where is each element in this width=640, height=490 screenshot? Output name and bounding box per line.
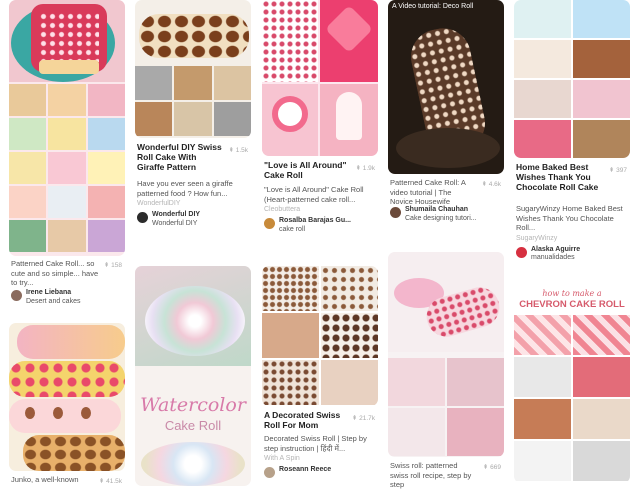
photo-steps <box>514 0 630 158</box>
pin-image[interactable]: A Video tutorial: Deco Roll <box>388 0 504 174</box>
pin-title[interactable]: "Love is All Around" Cake Roll <box>262 160 352 180</box>
pin-source[interactable]: SugaryWinzy <box>514 235 630 242</box>
pin-source[interactable]: With A Spin <box>262 455 378 462</box>
photo-teal-plate <box>9 0 125 82</box>
avatar[interactable] <box>264 218 275 229</box>
repin-count[interactable]: ⇞ 41.5k <box>99 477 122 485</box>
pin-love-is-all-around[interactable]: "Love is All Around" Cake Roll ⇞ 1.9k "L… <box>262 0 378 234</box>
pin-source[interactable]: Cleobuttera <box>262 206 378 213</box>
pinner-name[interactable]: Irene Liebana <box>26 289 80 298</box>
pin-image[interactable] <box>514 0 630 158</box>
photo-steps <box>388 358 504 456</box>
column-2: Wonderful DIY Swiss Roll Cake With Giraf… <box>135 0 251 486</box>
pin-image[interactable] <box>388 252 504 457</box>
column-1: Patterned Cake Roll... so cute and so si… <box>9 0 125 485</box>
pin-description: Patterned Cake Roll... so cute and so si… <box>11 259 99 287</box>
pinner-name[interactable]: Rosalba Barajas Gu... <box>279 217 351 226</box>
pinner-name[interactable]: Wonderful DIY <box>152 211 200 220</box>
pinner[interactable]: Roseann Reece <box>262 466 378 478</box>
pin-decorated-swiss-roll[interactable]: A Decorated Swiss Roll For Mom ⇞ 21.7k D… <box>262 266 378 478</box>
pinner[interactable]: Rosalba Barajas Gu... cake roll <box>262 217 378 234</box>
avatar[interactable] <box>11 290 22 301</box>
pin-giraffe-swiss-roll[interactable]: Wonderful DIY Swiss Roll Cake With Giraf… <box>135 0 251 228</box>
repin-count[interactable]: ⇞ 1.9k <box>355 164 375 172</box>
pin-patterned-cake-roll[interactable]: Patterned Cake Roll... so cute and so si… <box>9 0 125 306</box>
board-name[interactable]: cake roll <box>279 226 351 235</box>
pin-patterned-swiss-roll[interactable]: Swiss roll: patterned swiss roll recipe,… <box>388 252 504 489</box>
pinner[interactable]: Irene Liebana Desert and cakes <box>9 289 125 306</box>
board-name[interactable]: Wonderful DIY <box>152 220 200 229</box>
overlay-title: how to make a <box>542 289 602 298</box>
repin-count[interactable]: ⇞ 669 <box>483 463 501 471</box>
repin-count[interactable]: ⇞ 1.5k <box>228 146 248 154</box>
photo-steps <box>514 315 630 481</box>
pin-image[interactable] <box>135 0 251 138</box>
overlay-title: Watercolor <box>140 394 246 416</box>
pin-deco-roll-video[interactable]: A Video tutorial: Deco Roll Patterned Ca… <box>388 0 504 223</box>
avatar[interactable] <box>390 207 401 218</box>
pin-source[interactable]: WonderfulDIY <box>135 200 251 207</box>
pin-chevron-cake-roll[interactable]: how to make a CHEVRON CAKE ROLL <box>514 283 630 483</box>
pinner-name[interactable]: Alaska Aguirre <box>531 246 580 255</box>
pin-title[interactable]: A Decorated Swiss Roll For Mom <box>262 410 352 430</box>
photo-steps <box>262 266 378 405</box>
column-4: A Video tutorial: Deco Roll Patterned Ca… <box>388 0 504 489</box>
pin-description: Junko, a well-known <box>11 475 79 484</box>
pin-home-baked-best-wishes[interactable]: Home Baked Best Wishes Thank You Chocola… <box>514 0 630 263</box>
pin-watercolor-cake-roll[interactable]: Watercolor Cake Roll <box>135 266 251 486</box>
pinner[interactable]: Wonderful DIY Wonderful DIY <box>135 211 251 228</box>
board-name[interactable]: manualidades <box>531 254 580 263</box>
pinner[interactable]: Shumaila Chauhan Cake designing tutori..… <box>388 206 504 223</box>
video-overlay-text: A Video tutorial: Deco Roll <box>392 3 474 10</box>
overlay-subtitle: Cake Roll <box>164 418 222 433</box>
photo-collage <box>9 84 125 252</box>
pin-title[interactable]: Home Baked Best Wishes Thank You Chocola… <box>514 162 604 192</box>
column-5: Home Baked Best Wishes Thank You Chocola… <box>514 0 630 483</box>
overlay-subtitle: CHEVRON CAKE ROLL <box>519 299 625 310</box>
board-name[interactable]: Desert and cakes <box>26 298 80 307</box>
pin-image[interactable] <box>9 0 125 256</box>
repin-count[interactable]: ⇞ 158 <box>104 261 122 269</box>
pin-image[interactable] <box>262 0 378 156</box>
pinner[interactable]: Alaska Aguirre manualidades <box>514 246 630 263</box>
repin-count[interactable]: ⇞ 21.7k <box>352 414 375 422</box>
pin-description: SugaryWinzy Home Baked Best Wishes Thank… <box>516 204 623 232</box>
pin-image[interactable]: Watercolor Cake Roll <box>135 266 251 486</box>
pinner-name[interactable]: Roseann Reece <box>279 466 331 475</box>
pin-description: "Love is All Around" Cake Roll (Heart-pa… <box>264 185 364 204</box>
photo-steps <box>135 66 251 136</box>
pin-image[interactable] <box>9 323 125 471</box>
pin-description: Patterned Cake Roll: A video tutorial | … <box>390 178 466 206</box>
column-3: "Love is All Around" Cake Roll ⇞ 1.9k "L… <box>262 0 378 478</box>
pin-description: Decorated Swiss Roll | Step by step inst… <box>264 434 367 453</box>
pin-description: Swiss roll: patterned swiss roll recipe,… <box>390 461 472 489</box>
avatar[interactable] <box>264 467 275 478</box>
pin-title[interactable]: Wonderful DIY Swiss Roll Cake With Giraf… <box>135 142 225 172</box>
pinner-name[interactable]: Shumaila Chauhan <box>405 206 477 215</box>
pin-junko-cake-rolls[interactable]: Junko, a well-known ⇞ 41.5k <box>9 323 125 485</box>
avatar[interactable] <box>137 212 148 223</box>
repin-count[interactable]: ⇞ 4.6k <box>481 180 501 188</box>
pin-description: Have you ever seen a giraffe patterned f… <box>137 179 233 198</box>
pin-image[interactable] <box>262 266 378 406</box>
repin-count[interactable]: ⇞ 397 <box>609 166 627 174</box>
avatar[interactable] <box>516 246 527 258</box>
pin-image[interactable]: how to make a CHEVRON CAKE ROLL <box>514 283 630 483</box>
board-name[interactable]: Cake designing tutori... <box>405 215 477 224</box>
